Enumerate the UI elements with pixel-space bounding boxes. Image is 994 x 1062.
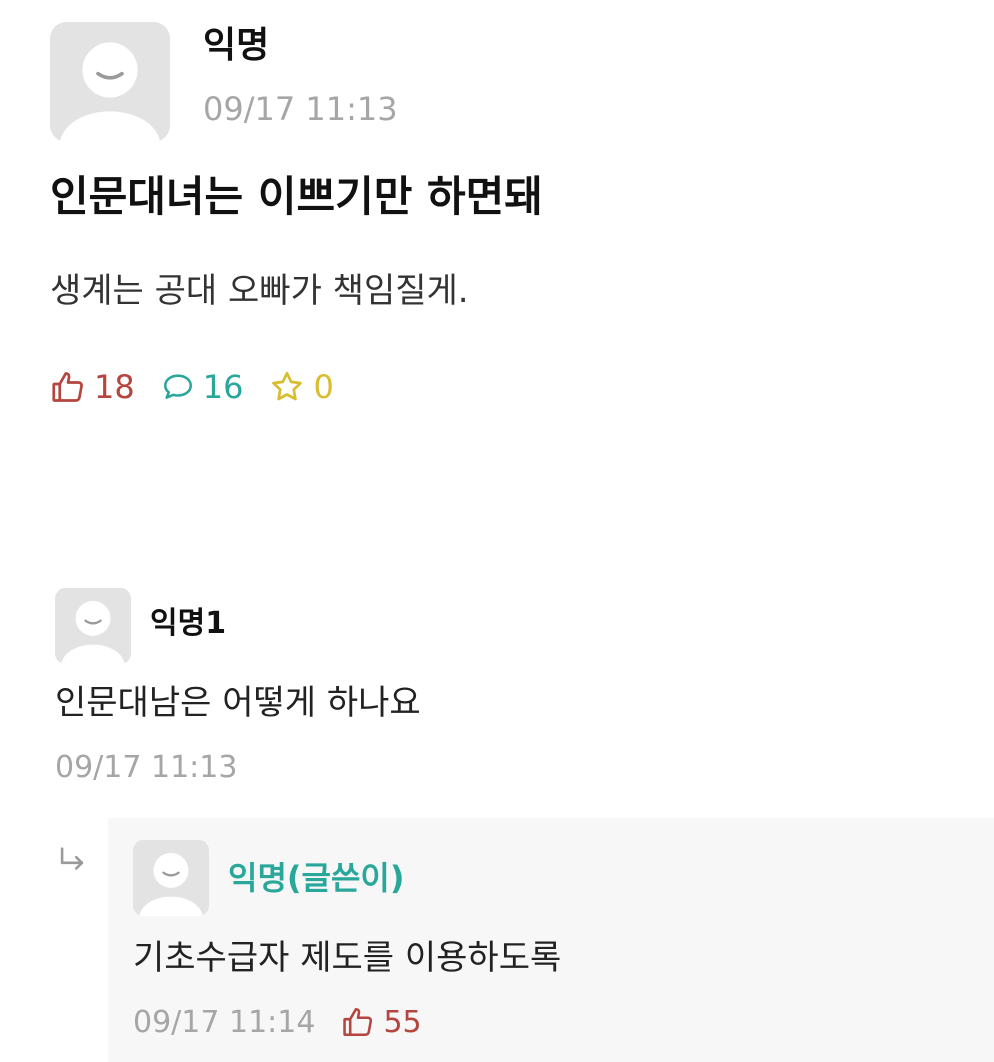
reply-author[interactable]: 익명(글쓴이)	[228, 856, 404, 900]
reply-like-count: 55	[383, 1004, 422, 1040]
comment-avatar[interactable]	[55, 588, 131, 664]
comment-text: 인문대남은 어떻게 하나요	[55, 683, 421, 723]
reply-meta: 09/17 11:14 55	[133, 1001, 422, 1043]
thumbs-up-icon	[52, 372, 83, 402]
reply-arrow-icon	[55, 843, 89, 881]
post-author[interactable]: 익명	[203, 24, 269, 68]
comment-timestamp: 09/17 11:13	[55, 750, 238, 785]
reply-avatar[interactable]	[133, 840, 209, 916]
post-avatar[interactable]	[50, 22, 170, 142]
reply-text: 기초수급자 제도를 이용하도록	[133, 938, 562, 978]
like-count: 18	[94, 368, 135, 406]
post-title: 인문대녀는 이쁘기만 하면돼	[50, 172, 543, 221]
reply-timestamp: 09/17 11:14	[133, 1004, 316, 1040]
default-profile-icon	[133, 840, 209, 916]
default-profile-icon	[55, 588, 131, 664]
default-profile-icon	[50, 22, 170, 142]
post-body: 생계는 공대 오빠가 책임질게.	[50, 271, 469, 311]
post-stats: 18 16 0	[50, 365, 360, 409]
speech-bubble-icon	[163, 374, 192, 399]
scrap-count: 0	[313, 368, 334, 406]
comment-count: 16	[202, 368, 244, 406]
reply-like-stat[interactable]: 55	[341, 1004, 422, 1040]
scrap-stat[interactable]: 0	[269, 368, 334, 406]
thumbs-up-icon	[343, 1007, 373, 1037]
comment-stat[interactable]: 16	[161, 368, 244, 406]
like-stat[interactable]: 18	[50, 368, 135, 406]
post-timestamp: 09/17 11:13	[203, 90, 398, 128]
comment-author[interactable]: 익명1	[150, 604, 226, 644]
star-icon	[272, 371, 303, 401]
